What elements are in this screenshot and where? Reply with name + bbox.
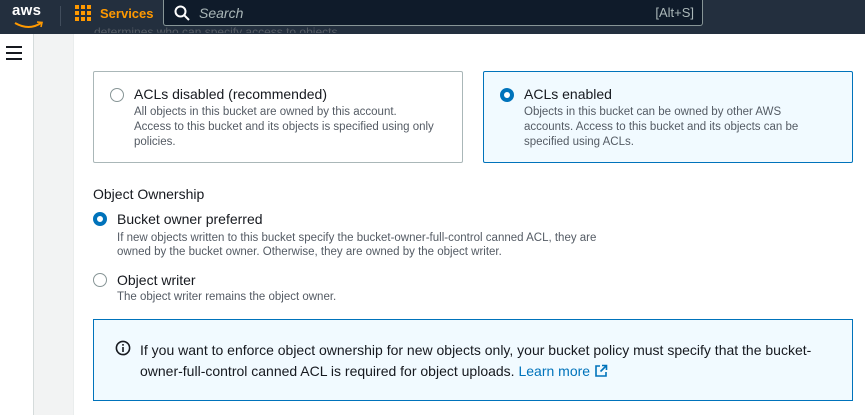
learn-more-link[interactable]: Learn more [518, 363, 590, 379]
aws-logo[interactable]: aws [12, 2, 46, 30]
object-writer-description: The object writer remains the object own… [117, 291, 337, 303]
acl-enabled-card[interactable]: ACLs enabled Objects in this bucket can … [483, 71, 853, 163]
search-icon [174, 5, 190, 21]
aws-smile-icon [14, 21, 43, 28]
object-writer-title[interactable]: Object writer [117, 272, 196, 288]
services-label: Services [100, 5, 154, 21]
content-gutter [35, 34, 73, 415]
info-icon [115, 340, 131, 356]
acl-disabled-radio[interactable] [110, 88, 124, 102]
bucket-owner-preferred-radio[interactable] [93, 212, 107, 226]
grid-icon [74, 4, 92, 22]
object-ownership-label: Object Ownership [93, 186, 205, 202]
bucket-owner-preferred-description-line2: owned by the bucket owner. Otherwise, th… [117, 246, 502, 258]
acl-disabled-description: All objects in this bucket are owned by … [134, 106, 434, 148]
bucket-owner-preferred-description-line1: If new objects written to this bucket sp… [117, 232, 597, 244]
acl-disabled-card[interactable]: ACLs disabled (recommended) All objects … [93, 71, 463, 163]
acl-enabled-title: ACLs enabled [524, 86, 612, 102]
acl-enabled-description: Objects in this bucket can be owned by o… [524, 106, 799, 148]
info-alert-text: If you want to enforce object ownership … [140, 342, 812, 379]
external-link-icon[interactable] [594, 364, 608, 378]
bucket-owner-preferred-title[interactable]: Bucket owner preferred [117, 211, 263, 227]
search-input[interactable] [199, 4, 656, 21]
object-writer-radio[interactable] [93, 273, 107, 287]
info-alert-message: If you want to enforce object ownership … [140, 340, 840, 382]
search-shortcut-hint: [Alt+S] [655, 5, 694, 20]
aws-logo-text: aws [12, 2, 42, 19]
left-sidebar [0, 34, 34, 415]
info-alert: If you want to enforce object ownership … [93, 319, 853, 401]
hamburger-menu-icon[interactable] [6, 46, 22, 60]
acl-enabled-radio[interactable] [500, 88, 514, 102]
clipped-description: determines who can specify access to obj… [94, 25, 341, 33]
topbar-divider [60, 6, 61, 26]
acl-disabled-title: ACLs disabled (recommended) [134, 86, 327, 102]
